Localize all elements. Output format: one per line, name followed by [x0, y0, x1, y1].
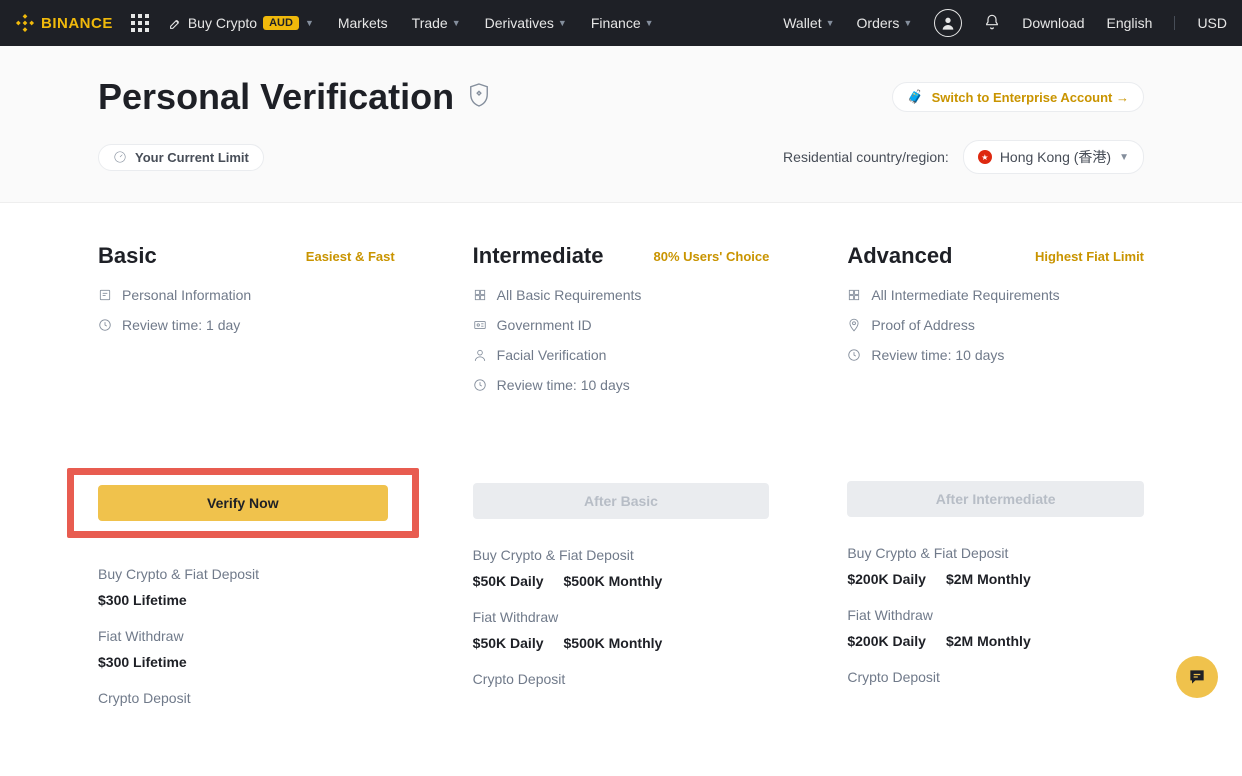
tier-title: Advanced — [847, 243, 952, 269]
notifications-icon[interactable] — [984, 14, 1000, 33]
chevron-down-icon: ▼ — [826, 18, 835, 28]
divider — [1174, 16, 1175, 30]
requirement: Review time: 1 day — [98, 317, 395, 333]
limit-label: Crypto Deposit — [473, 671, 770, 687]
tier-badge: 80% Users' Choice — [654, 249, 770, 264]
chat-icon — [1187, 667, 1207, 687]
limit-values: $200K Daily$2M Monthly — [847, 633, 1144, 649]
currency-badge: AUD — [263, 16, 299, 30]
pin-icon — [847, 318, 861, 332]
region-select[interactable]: ★ Hong Kong (香港) ▼ — [963, 140, 1144, 174]
clock-icon — [473, 378, 487, 392]
limit-label: Buy Crypto & Fiat Deposit — [847, 545, 1144, 561]
switch-enterprise-button[interactable]: 🧳 Switch to Enterprise Account → — [892, 82, 1144, 112]
limit-label: Buy Crypto & Fiat Deposit — [473, 547, 770, 563]
tier-basic: Basic Easiest & Fast Personal Informatio… — [98, 243, 395, 716]
tier-badge: Highest Fiat Limit — [1035, 249, 1144, 264]
limit-label: Fiat Withdraw — [473, 609, 770, 625]
grid-icon — [473, 288, 487, 302]
gauge-icon — [113, 150, 127, 164]
briefcase-icon: 🧳 — [907, 89, 923, 105]
region-selector-group: Residential country/region: ★ Hong Kong … — [783, 140, 1144, 174]
chevron-down-icon: ▼ — [305, 18, 314, 28]
page-header: Personal Verification 🧳 Switch to Enterp… — [0, 46, 1242, 203]
tier-intermediate: Intermediate 80% Users' Choice All Basic… — [473, 243, 770, 716]
limit-label: Fiat Withdraw — [98, 628, 395, 644]
chevron-down-icon: ▼ — [903, 18, 912, 28]
requirement: All Basic Requirements — [473, 287, 770, 303]
tier-badge: Easiest & Fast — [306, 249, 395, 264]
limit-values: $300 Lifetime — [98, 654, 395, 670]
nav-left: Buy Crypto AUD ▼ Markets Trade▼ Derivati… — [169, 15, 654, 31]
nav-markets[interactable]: Markets — [338, 15, 388, 31]
clock-icon — [98, 318, 112, 332]
chevron-down-icon: ▼ — [645, 18, 654, 28]
flag-icon: ★ — [978, 150, 992, 164]
limit-label: Crypto Deposit — [847, 669, 1144, 685]
verify-now-button[interactable]: Verify Now — [98, 485, 388, 521]
nav-language[interactable]: English — [1107, 15, 1153, 31]
region-label: Residential country/region: — [783, 149, 949, 165]
limit-label: Fiat Withdraw — [847, 607, 1144, 623]
grid-icon — [847, 288, 861, 302]
after-basic-button: After Basic — [473, 483, 770, 519]
requirement: Government ID — [473, 317, 770, 333]
limit-values: $50K Daily$500K Monthly — [473, 635, 770, 651]
edit-icon — [169, 17, 182, 30]
apps-grid-icon[interactable] — [131, 14, 149, 32]
nav-wallet[interactable]: Wallet▼ — [783, 15, 834, 31]
page-title: Personal Verification — [98, 76, 454, 118]
verification-tiers: Basic Easiest & Fast Personal Informatio… — [0, 203, 1242, 776]
face-icon — [473, 348, 487, 362]
limit-label: Buy Crypto & Fiat Deposit — [98, 566, 395, 582]
brand-text: BINANCE — [41, 15, 113, 32]
id-card-icon — [473, 318, 487, 332]
tier-advanced: Advanced Highest Fiat Limit All Intermed… — [847, 243, 1144, 716]
after-intermediate-button: After Intermediate — [847, 481, 1144, 517]
binance-logo-icon — [15, 13, 35, 33]
nav-right: Wallet▼ Orders▼ Download English USD — [783, 9, 1227, 37]
requirement: Review time: 10 days — [847, 347, 1144, 363]
limit-values: $50K Daily$500K Monthly — [473, 573, 770, 589]
nav-orders[interactable]: Orders▼ — [857, 15, 913, 31]
chat-fab[interactable] — [1176, 656, 1218, 698]
chevron-down-icon: ▼ — [1119, 152, 1129, 163]
shield-icon — [468, 82, 490, 113]
nav-download[interactable]: Download — [1022, 15, 1084, 31]
nav-buy-crypto[interactable]: Buy Crypto AUD ▼ — [169, 15, 314, 31]
limit-label: Crypto Deposit — [98, 690, 395, 706]
user-avatar-icon[interactable] — [934, 9, 962, 37]
nav-derivatives[interactable]: Derivatives▼ — [485, 15, 567, 31]
chevron-down-icon: ▼ — [452, 18, 461, 28]
requirement: All Intermediate Requirements — [847, 287, 1144, 303]
requirement: Personal Information — [98, 287, 395, 303]
nav-finance[interactable]: Finance▼ — [591, 15, 654, 31]
limit-values: $300 Lifetime — [98, 592, 395, 608]
requirement: Review time: 10 days — [473, 377, 770, 393]
form-icon — [98, 288, 112, 302]
tier-title: Intermediate — [473, 243, 604, 269]
brand-logo[interactable]: BINANCE — [15, 13, 113, 33]
requirement: Proof of Address — [847, 317, 1144, 333]
verify-highlight-box: Verify Now — [67, 468, 419, 538]
nav-currency[interactable]: USD — [1197, 15, 1227, 31]
tier-title: Basic — [98, 243, 157, 269]
nav-trade[interactable]: Trade▼ — [412, 15, 461, 31]
top-nav: BINANCE Buy Crypto AUD ▼ Markets Trade▼ … — [0, 0, 1242, 46]
current-limit-pill[interactable]: Your Current Limit — [98, 144, 264, 171]
chevron-down-icon: ▼ — [558, 18, 567, 28]
requirement: Facial Verification — [473, 347, 770, 363]
limit-values: $200K Daily$2M Monthly — [847, 571, 1144, 587]
clock-icon — [847, 348, 861, 362]
